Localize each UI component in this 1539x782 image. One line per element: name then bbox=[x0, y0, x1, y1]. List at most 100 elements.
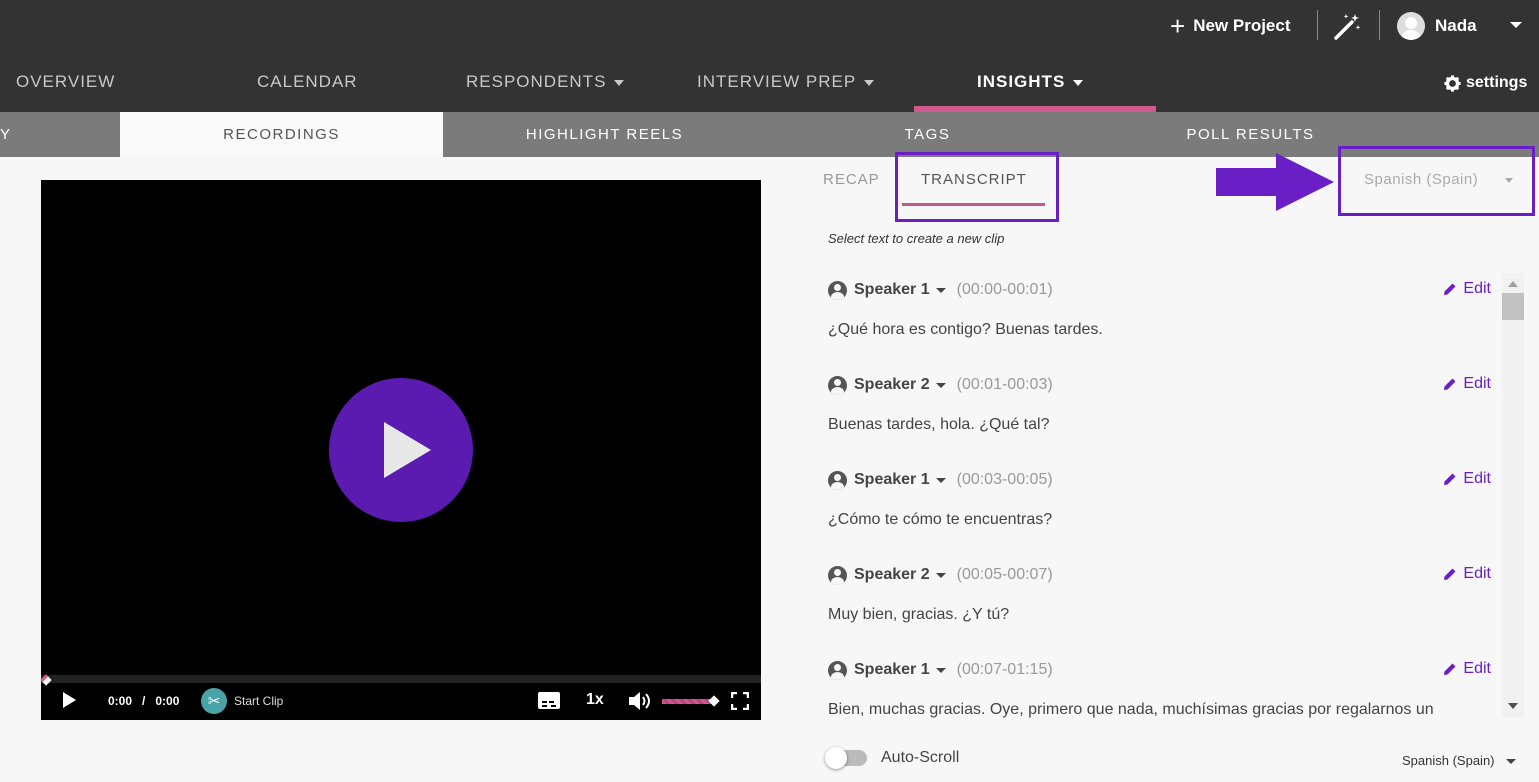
edit-label: Edit bbox=[1463, 565, 1491, 582]
chevron-down-icon[interactable] bbox=[935, 382, 946, 388]
user-name: Nada bbox=[1435, 16, 1477, 35]
auto-scroll-toggle[interactable] bbox=[825, 747, 867, 769]
timestamp: (00:01-00:03) bbox=[956, 376, 1053, 393]
tab-recordings-label: RECORDINGS bbox=[223, 126, 340, 143]
person-icon bbox=[828, 375, 847, 395]
tab-poll-results-label: POLL RESULTS bbox=[1186, 126, 1315, 143]
pencil-icon bbox=[1444, 473, 1456, 485]
chevron-down-icon[interactable] bbox=[935, 477, 946, 483]
scrollbar-thumb[interactable] bbox=[1502, 293, 1524, 320]
tab-tags-label: TAGS bbox=[904, 126, 951, 143]
edit-button[interactable]: Edit bbox=[1443, 470, 1491, 488]
edit-label: Edit bbox=[1463, 280, 1491, 297]
edit-button[interactable]: Edit bbox=[1443, 565, 1491, 583]
transcript-entry: Speaker 2 (00:05-00:07) Edit Muy bien, g… bbox=[818, 555, 1500, 650]
fullscreen-icon[interactable] bbox=[731, 692, 749, 710]
chevron-down-icon[interactable] bbox=[935, 287, 946, 293]
captions-icon[interactable] bbox=[538, 692, 560, 709]
speaker-name[interactable]: Speaker 2 bbox=[854, 566, 930, 584]
speaker-name[interactable]: Speaker 1 bbox=[854, 281, 930, 299]
nav-insights[interactable]: INSIGHTS bbox=[977, 72, 1084, 92]
start-clip-button[interactable]: Start Clip bbox=[234, 694, 283, 708]
speaker-name[interactable]: Speaker 1 bbox=[854, 661, 930, 679]
user-menu[interactable]: Nada bbox=[1397, 11, 1477, 41]
scroll-up-icon[interactable] bbox=[1508, 281, 1518, 287]
language-dropdown[interactable]: Spanish (Spain) bbox=[1364, 171, 1478, 188]
nav-respondents[interactable]: RESPONDENTS bbox=[466, 72, 625, 92]
person-icon bbox=[828, 565, 847, 585]
clip-hint: Select text to create a new clip bbox=[828, 231, 1005, 246]
speaker-name[interactable]: Speaker 1 bbox=[854, 471, 930, 489]
nav-insights-label: INSIGHTS bbox=[977, 72, 1066, 91]
transcript-scrollbar[interactable] bbox=[1502, 273, 1524, 717]
progress-bar[interactable] bbox=[41, 675, 761, 683]
timestamp: (00:07-01:15) bbox=[956, 661, 1053, 678]
big-play-button[interactable] bbox=[329, 378, 473, 522]
settings-link[interactable]: settings bbox=[1444, 74, 1527, 92]
playback-speed[interactable]: 1x bbox=[586, 691, 604, 709]
sub-nav: Y RECORDINGS HIGHLIGHT REELS TAGS POLL R… bbox=[0, 112, 1539, 157]
auto-scroll-label: Auto-Scroll bbox=[881, 749, 960, 766]
tab-highlight-reels[interactable]: HIGHLIGHT REELS bbox=[443, 112, 766, 157]
time-display: 0:00 / 0:00 bbox=[108, 694, 179, 708]
magic-wand-icon[interactable] bbox=[1332, 11, 1362, 41]
new-project-button[interactable]: + New Project bbox=[1170, 12, 1291, 40]
user-menu-caret-icon[interactable] bbox=[1510, 22, 1522, 28]
edit-button[interactable]: Edit bbox=[1443, 280, 1491, 298]
pencil-icon bbox=[1444, 568, 1456, 580]
tab-highlight-reels-label: HIGHLIGHT REELS bbox=[525, 126, 684, 143]
chevron-down-icon[interactable] bbox=[1505, 178, 1513, 183]
toggle-knob bbox=[825, 747, 847, 769]
footer-language-dropdown[interactable]: Spanish (Spain) bbox=[1402, 753, 1495, 768]
arrow-right-icon bbox=[1216, 153, 1334, 211]
tab-tags[interactable]: TAGS bbox=[766, 112, 1089, 157]
play-icon[interactable] bbox=[63, 692, 76, 708]
transcript-text[interactable]: Muy bien, gracias. ¿Y tú? bbox=[828, 606, 1009, 624]
chevron-down-icon[interactable] bbox=[935, 572, 946, 578]
timestamp: (00:05-00:07) bbox=[956, 566, 1053, 583]
chevron-down-icon[interactable] bbox=[1506, 759, 1516, 764]
person-icon bbox=[828, 660, 847, 680]
current-time: 0:00 bbox=[108, 694, 133, 708]
scroll-down-icon[interactable] bbox=[1508, 703, 1518, 709]
gear-icon bbox=[1444, 74, 1461, 92]
transcript-text[interactable]: ¿Cómo te cómo te encuentras? bbox=[828, 511, 1052, 529]
transcript-text[interactable]: Bien, muchas gracias. Oye, primero que n… bbox=[828, 701, 1434, 719]
transcript-list: Speaker 1 (00:00-00:01) Edit ¿Qué hora e… bbox=[818, 270, 1500, 720]
edit-button[interactable]: Edit bbox=[1443, 375, 1491, 393]
edit-button[interactable]: Edit bbox=[1443, 660, 1491, 678]
transcript-text[interactable]: Buenas tardes, hola. ¿Qué tal? bbox=[828, 416, 1049, 434]
header-divider bbox=[1379, 10, 1380, 40]
transcript-highlight-box bbox=[895, 152, 1059, 222]
video-player[interactable]: 0:00 / 0:00 ✂ Start Clip 1x bbox=[40, 180, 761, 720]
volume-icon[interactable] bbox=[627, 690, 651, 712]
volume-slider[interactable] bbox=[662, 699, 714, 704]
nav-interview-prep-label: INTERVIEW PREP bbox=[697, 72, 857, 91]
pencil-icon bbox=[1444, 283, 1456, 295]
speaker-name[interactable]: Speaker 2 bbox=[854, 376, 930, 394]
chevron-down-icon[interactable] bbox=[935, 667, 946, 673]
tab-recordings[interactable]: RECORDINGS bbox=[120, 112, 443, 157]
nav-interview-prep[interactable]: INTERVIEW PREP bbox=[697, 72, 875, 92]
nav-respondents-label: RESPONDENTS bbox=[466, 72, 607, 91]
transcript-entry: Speaker 1 (00:00-00:01) Edit ¿Qué hora e… bbox=[818, 270, 1500, 365]
person-icon bbox=[828, 470, 847, 490]
tab-recap[interactable]: RECAP bbox=[823, 171, 880, 188]
subnav-partial-tab[interactable]: Y bbox=[0, 126, 10, 143]
nav-overview-label: OVERVIEW bbox=[16, 72, 116, 91]
settings-label: settings bbox=[1466, 74, 1528, 91]
nav-calendar[interactable]: CALENDAR bbox=[257, 72, 358, 92]
chevron-down-icon bbox=[1073, 79, 1084, 86]
scissors-icon[interactable]: ✂ bbox=[201, 688, 227, 714]
new-project-label: New Project bbox=[1193, 16, 1291, 35]
edit-label: Edit bbox=[1463, 660, 1491, 677]
pencil-icon bbox=[1444, 378, 1456, 390]
top-header: + New Project Nada OVERVIEW CALENDAR RES… bbox=[0, 0, 1539, 112]
transcript-entry: Speaker 2 (00:01-00:03) Edit Buenas tard… bbox=[818, 365, 1500, 460]
transcript-entry: Speaker 1 (00:07-01:15) Edit Bien, mucha… bbox=[818, 650, 1500, 720]
volume-handle[interactable] bbox=[708, 695, 720, 707]
nav-overview[interactable]: OVERVIEW bbox=[16, 72, 115, 92]
header-divider bbox=[1317, 10, 1318, 40]
transcript-text[interactable]: ¿Qué hora es contigo? Buenas tardes. bbox=[828, 321, 1103, 339]
nav-calendar-label: CALENDAR bbox=[257, 72, 358, 91]
